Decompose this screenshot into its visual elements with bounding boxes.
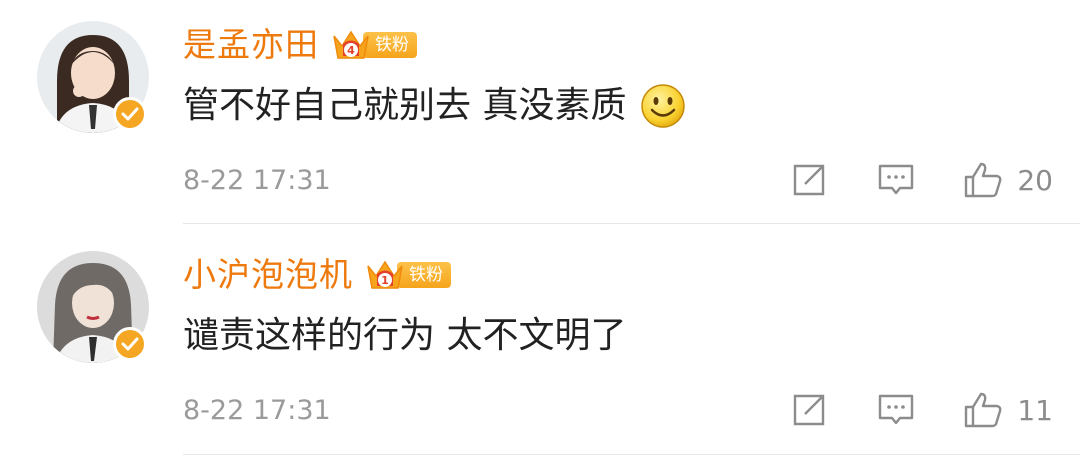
share-icon xyxy=(794,164,825,196)
fan-badge-label: 铁粉 xyxy=(397,262,451,288)
divider xyxy=(183,223,1080,224)
svg-text:4: 4 xyxy=(347,44,355,57)
comment-body: 管不好自己就别去 真没素质 xyxy=(183,85,627,126)
reply-button[interactable] xyxy=(877,392,915,428)
name-row: 小沪泡泡机 1 铁粉 xyxy=(183,250,451,300)
action-bar: 20 xyxy=(791,155,1053,205)
share-icon xyxy=(794,394,825,426)
svg-text:1: 1 xyxy=(381,274,389,287)
comment-item: 小沪泡泡机 1 铁粉 谴责这样的行为 太不文明了 8-22 17:31 11 xyxy=(0,230,1080,455)
comment-body: 谴责这样的行为 太不文明了 xyxy=(183,315,627,356)
timestamp: 8-22 17:31 xyxy=(183,394,331,426)
verified-badge-icon xyxy=(113,97,147,131)
meta-row: 8-22 17:31 20 xyxy=(183,155,1053,205)
comment-text: 谴责这样的行为 太不文明了 xyxy=(183,308,626,364)
username[interactable]: 小沪泡泡机 xyxy=(183,250,353,300)
like-count: 11 xyxy=(1017,393,1053,427)
comment-text: 管不好自己就别去 真没素质 xyxy=(183,78,686,134)
thumbs-up-icon xyxy=(965,392,1002,428)
comment-icon xyxy=(879,394,914,425)
name-row: 是孟亦田 4 铁粉 xyxy=(183,20,417,70)
fan-badge[interactable]: 4 铁粉 xyxy=(331,29,417,61)
like-button[interactable]: 20 xyxy=(963,161,1053,199)
comment-icon xyxy=(879,164,914,195)
like-button[interactable]: 11 xyxy=(963,391,1053,429)
smile-emoji-icon xyxy=(641,84,686,128)
meta-row: 8-22 17:31 11 xyxy=(183,385,1053,435)
comment-item: 是孟亦田 4 铁粉 管不好自己就别去 真没素质 8-22 17:31 20 xyxy=(0,0,1080,224)
thumbs-up-icon xyxy=(965,162,1002,198)
username[interactable]: 是孟亦田 xyxy=(183,20,319,70)
crown-icon: 1 xyxy=(367,260,403,289)
fan-badge[interactable]: 1 铁粉 xyxy=(365,259,451,291)
fan-badge-label: 铁粉 xyxy=(363,32,417,58)
share-button[interactable] xyxy=(791,162,827,198)
reply-button[interactable] xyxy=(877,162,915,198)
timestamp: 8-22 17:31 xyxy=(183,164,331,196)
verified-badge-icon xyxy=(113,327,147,361)
share-button[interactable] xyxy=(791,392,827,428)
action-bar: 11 xyxy=(791,385,1053,435)
crown-icon: 4 xyxy=(333,30,369,59)
like-count: 20 xyxy=(1017,163,1053,197)
